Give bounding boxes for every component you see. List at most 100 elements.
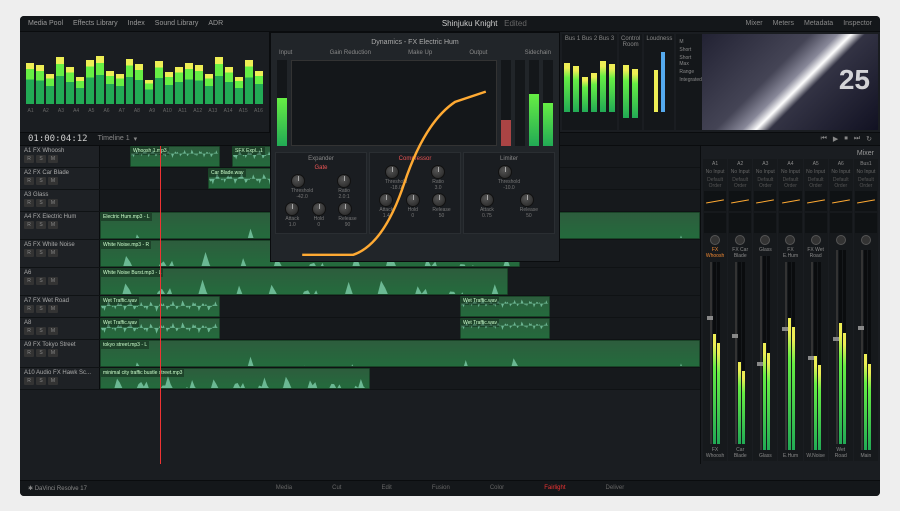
fader[interactable] [710, 262, 712, 444]
page-color[interactable]: Color [490, 485, 504, 491]
pan-control[interactable] [704, 234, 726, 246]
pan-control[interactable] [729, 234, 751, 246]
page-edit[interactable]: Edit [381, 485, 391, 491]
arm-button[interactable]: R [24, 249, 34, 257]
dynamics-panel[interactable]: Dynamics - FX Electric Hum Input Gain Re… [270, 32, 560, 262]
pan-control[interactable] [779, 234, 801, 246]
nav-meters[interactable]: Meters [773, 20, 794, 27]
dyn-graph[interactable] [704, 213, 726, 233]
dyn-graph[interactable] [830, 213, 852, 233]
lim-release-knob[interactable] [520, 193, 534, 207]
timeline-name[interactable]: Timeline 1 [98, 135, 130, 142]
eq-graph[interactable] [704, 191, 726, 211]
solo-button[interactable]: S [36, 177, 46, 185]
nav-mixer[interactable]: Mixer [745, 20, 762, 27]
dyn-graph[interactable] [754, 213, 776, 233]
arm-button[interactable]: R [24, 377, 34, 385]
track-header[interactable]: A2 FX Car BladeRSM [20, 168, 100, 189]
exp-attack-knob[interactable] [285, 202, 299, 216]
fader[interactable] [760, 256, 762, 450]
track-row[interactable]: A6 RSMWhite Noise Burst.mp3 - L [20, 268, 700, 296]
solo-button[interactable]: S [36, 221, 46, 229]
video-preview[interactable] [702, 34, 878, 130]
lim-threshold-knob[interactable] [498, 165, 512, 179]
page-fairlight[interactable]: Fairlight [544, 485, 565, 491]
mixer-strip[interactable]: Bus1No InputDefault OrderMain [854, 159, 878, 461]
dynamics-curve-graph[interactable] [291, 60, 497, 146]
eq-graph[interactable] [729, 191, 751, 211]
comp-hold-knob[interactable] [406, 193, 420, 207]
dyn-graph[interactable] [729, 213, 751, 233]
page-cut[interactable]: Cut [332, 485, 341, 491]
track-header[interactable]: A5 FX White NoiseRSM [20, 240, 100, 267]
arm-button[interactable]: R [24, 221, 34, 229]
nav-effects[interactable]: Effects Library [73, 20, 118, 27]
track-row[interactable]: A9 FX Tokyo StreetRSMtokyo street.mp3 - … [20, 340, 700, 368]
solo-button[interactable]: S [36, 277, 46, 285]
exp-ratio-knob[interactable] [337, 174, 351, 188]
nav-sound-lib[interactable]: Sound Library [155, 20, 199, 27]
track-lane[interactable]: tokyo street.mp3 - L [100, 340, 700, 367]
loop-icon[interactable]: ↻ [866, 135, 872, 143]
arm-button[interactable]: R [24, 327, 34, 335]
mute-button[interactable]: M [48, 377, 58, 385]
eq-graph[interactable] [779, 191, 801, 211]
nav-inspector[interactable]: Inspector [843, 20, 872, 27]
page-media[interactable]: Media [276, 485, 292, 491]
playhead[interactable] [160, 146, 161, 464]
solo-button[interactable]: S [36, 305, 46, 313]
comp-ratio-knob[interactable] [431, 165, 445, 179]
mute-button[interactable]: M [48, 249, 58, 257]
rewind-icon[interactable]: ⏮ [821, 135, 827, 143]
solo-button[interactable]: S [36, 155, 46, 163]
solo-button[interactable]: S [36, 249, 46, 257]
nav-media-pool[interactable]: Media Pool [28, 20, 63, 27]
audio-clip[interactable]: White Noise Burst.mp3 - L [100, 268, 508, 295]
track-header[interactable]: A4 FX Electric HumRSM [20, 212, 100, 239]
audio-clip[interactable]: Wet Traffic.wav [460, 318, 550, 339]
comp-release-knob[interactable] [432, 193, 446, 207]
play-icon[interactable]: ▶ [833, 135, 838, 143]
mute-button[interactable]: M [48, 199, 58, 207]
fader[interactable] [836, 250, 838, 444]
track-header[interactable]: A10 Audio FX Hawk Sc...RSM [20, 368, 100, 389]
mixer-strip[interactable]: A6No InputDefault OrderWet Road [829, 159, 853, 461]
comp-threshold-knob[interactable] [385, 165, 399, 179]
mixer-strip[interactable]: A2No InputDefault OrderFX Car BladeCar B… [728, 159, 752, 461]
exp-hold-knob[interactable] [312, 202, 326, 216]
track-header[interactable]: A1 FX WhooshRSM [20, 146, 100, 167]
eq-graph[interactable] [830, 191, 852, 211]
fader[interactable] [811, 262, 813, 450]
track-row[interactable]: A7 FX Wet RoadRSMWet Traffic.wavWet Traf… [20, 296, 700, 318]
lim-attack-knob[interactable] [480, 193, 494, 207]
mixer-strip[interactable]: A4No InputDefault OrderFX E.HumE.Hum [778, 159, 802, 461]
fader[interactable] [735, 262, 737, 444]
nav-metadata[interactable]: Metadata [804, 20, 833, 27]
track-row[interactable]: A10 Audio FX Hawk Sc...RSMminimal city t… [20, 368, 700, 390]
dyn-graph[interactable] [855, 213, 877, 233]
eq-graph[interactable] [855, 191, 877, 211]
timecode-display[interactable]: 01:00:04:12 [28, 134, 88, 144]
forward-icon[interactable]: ⏭ [854, 135, 860, 143]
exp-release-knob[interactable] [338, 202, 352, 216]
solo-button[interactable]: S [36, 199, 46, 207]
dyn-graph[interactable] [779, 213, 801, 233]
pan-control[interactable] [830, 234, 852, 246]
arm-button[interactable]: R [24, 277, 34, 285]
timeline-dropdown-icon[interactable]: ▾ [134, 135, 138, 143]
comp-attack-knob[interactable] [379, 193, 393, 207]
mute-button[interactable]: M [48, 327, 58, 335]
audio-clip[interactable]: tokyo street.mp3 - L [100, 340, 700, 367]
arm-button[interactable]: R [24, 155, 34, 163]
mixer-strip[interactable]: A5No InputDefault OrderFX Wet RoadW.Nois… [804, 159, 828, 461]
track-header[interactable]: A8 RSM [20, 318, 100, 339]
audio-clip[interactable]: Wet Traffic.wav [460, 296, 550, 317]
track-lane[interactable]: Wet Traffic.wavWet Traffic.wav [100, 318, 700, 339]
arm-button[interactable]: R [24, 349, 34, 357]
track-header[interactable]: A7 FX Wet RoadRSM [20, 296, 100, 317]
mixer-strip[interactable]: A1No InputDefault OrderFX WhooshFX Whoos… [703, 159, 727, 461]
fader[interactable] [861, 250, 863, 450]
arm-button[interactable]: R [24, 305, 34, 313]
exp-threshold-knob[interactable] [291, 174, 305, 188]
stop-icon[interactable]: ⏹ [844, 135, 848, 143]
